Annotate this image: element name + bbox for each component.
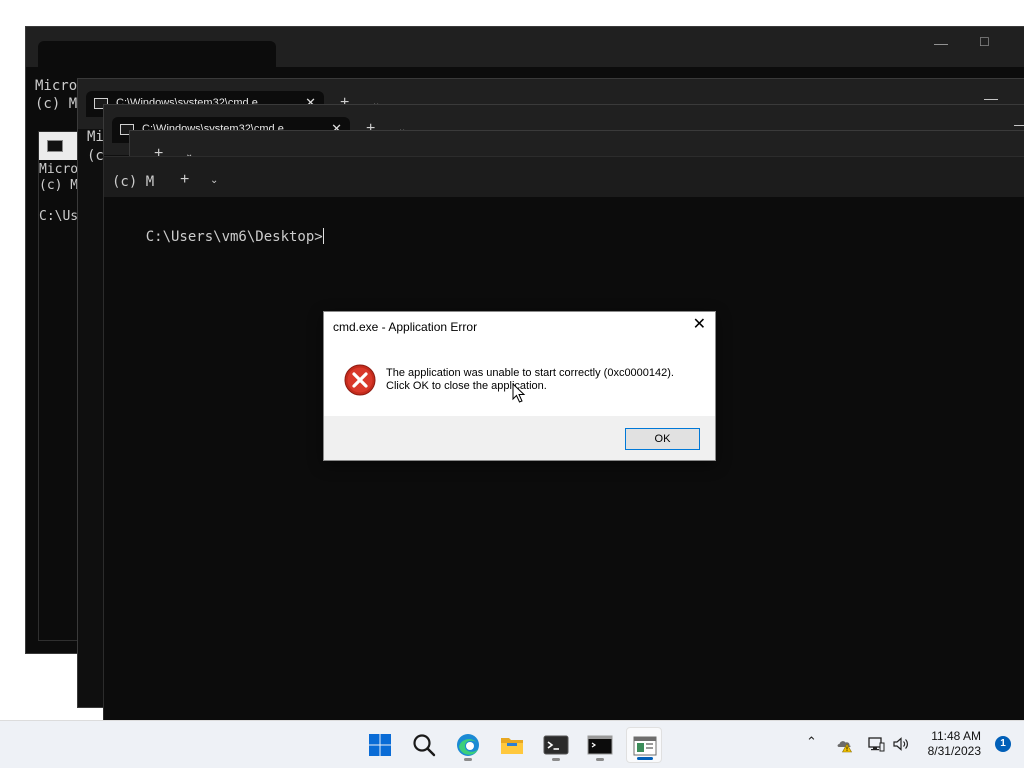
console-pane[interactable] — [38, 131, 79, 641]
running-indicator — [596, 758, 604, 761]
console-line: Mi — [87, 129, 104, 145]
dialog-footer: OK — [324, 416, 715, 460]
maximize-icon[interactable]: ☐ — [979, 35, 990, 49]
clock[interactable]: 11:48 AM 8/31/2023 — [928, 729, 981, 759]
console-line: (c) M — [35, 96, 78, 112]
console-line: (c) M — [39, 178, 79, 193]
text-cursor — [322, 228, 324, 244]
console-line: Micro — [39, 162, 79, 177]
file-explorer-icon — [501, 738, 523, 754]
pane-titlebar[interactable] — [39, 132, 79, 160]
minimize-icon[interactable]: — — [934, 36, 948, 50]
error-icon — [344, 364, 376, 396]
running-indicator — [464, 758, 472, 761]
taskbar-edge[interactable] — [450, 727, 486, 763]
minimize-icon[interactable]: — — [984, 91, 998, 105]
taskbar-terminal[interactable] — [538, 727, 574, 763]
running-indicator — [637, 757, 653, 760]
dialog-title: cmd.exe - Application Error — [333, 320, 478, 334]
titlebar[interactable]: + ⌄ — [104, 157, 1024, 197]
prompt-text: C:\Users\vm6\Desktop> — [145, 229, 323, 245]
clock-date: 8/31/2023 — [927, 744, 981, 758]
search-icon — [413, 734, 436, 757]
cmd-icon — [47, 140, 63, 152]
start-button[interactable] — [362, 727, 398, 763]
tab[interactable] — [38, 41, 276, 67]
console-line: (c — [87, 148, 104, 164]
chevron-down-icon[interactable]: ⌄ — [210, 175, 218, 186]
taskbar: ⌃ 11:48 AM 8/31/2023 1 — [0, 720, 1024, 768]
onedrive-warning-icon[interactable] — [836, 735, 854, 753]
search-button[interactable] — [406, 727, 442, 763]
new-tab-icon[interactable]: + — [180, 171, 189, 189]
mouse-pointer-icon — [512, 383, 526, 403]
close-icon[interactable]: ✕ — [693, 317, 706, 333]
taskbar-cmd[interactable] — [582, 727, 618, 763]
console-line: (c) M — [112, 174, 155, 190]
network-icon[interactable] — [867, 735, 885, 753]
minimize-icon[interactable]: — — [1014, 117, 1024, 131]
ok-button[interactable]: OK — [625, 428, 700, 450]
console-line: C:\Us — [39, 209, 79, 224]
prompt[interactable]: C:\Users\vm6\Desktop> — [112, 212, 324, 261]
running-indicator — [552, 758, 560, 761]
clock-time: 11:48 AM — [931, 729, 981, 743]
console-line: Micro — [35, 78, 78, 94]
volume-icon[interactable] — [892, 735, 910, 753]
taskbar-file-explorer[interactable] — [494, 727, 530, 763]
dialog-message: The application was unable to start corr… — [386, 367, 674, 379]
taskbar-active-app[interactable] — [626, 727, 662, 763]
dialog-body: The application was unable to start corr… — [324, 342, 715, 418]
titlebar[interactable]: — ☐ — [26, 27, 1024, 67]
start-icon — [369, 734, 391, 756]
notification-badge[interactable]: 1 — [995, 736, 1011, 752]
chevron-up-icon[interactable]: ⌃ — [806, 734, 817, 750]
